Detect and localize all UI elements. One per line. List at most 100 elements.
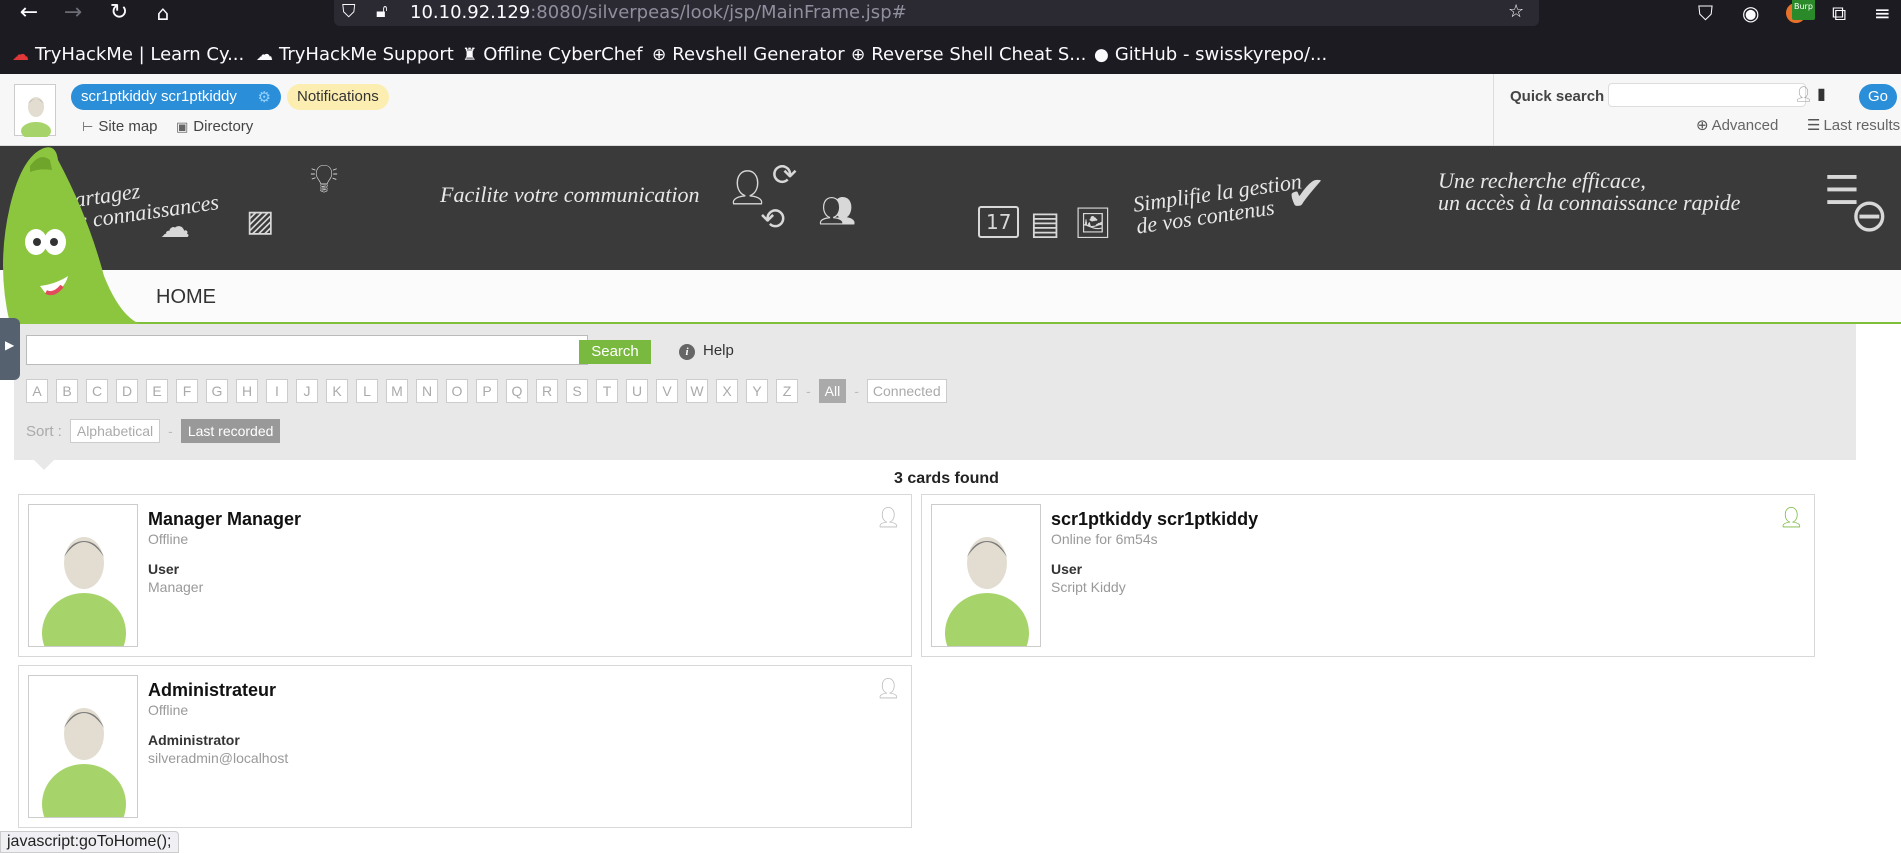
letter-a[interactable]: A [26, 379, 48, 403]
user-role: User [148, 561, 180, 577]
letter-v[interactable]: V [656, 379, 678, 403]
filter-connected[interactable]: Connected [866, 379, 947, 403]
help-link[interactable]: i Help [679, 342, 734, 360]
user-card[interactable]: scr1ptkiddy scr1ptkiddy Online for 6m54s… [921, 494, 1815, 657]
user-card[interactable]: Manager Manager Offline User Manager 👤︎ [18, 494, 912, 657]
bookmarks-bar: ☁ TryHackMe | Learn Cy... ☁ TryHackMe Supp… [0, 42, 1901, 68]
user-menu-button[interactable]: scr1ptkiddy scr1ptkiddy ⚙ [71, 84, 281, 110]
user-name[interactable]: Manager Manager [148, 509, 301, 530]
shield-icon[interactable]: ⛉ [342, 1, 356, 22]
user-detail: Manager [148, 579, 204, 595]
side-panel-toggle[interactable]: ▶ [0, 318, 20, 380]
letter-w[interactable]: W [686, 379, 708, 403]
github-icon: ● [1094, 45, 1109, 65]
letter-i[interactable]: I [266, 379, 288, 403]
account-icon[interactable]: ◉ [1742, 0, 1759, 26]
url-text[interactable]: 10.10.92.129:8080/silverpeas/look/jsp/Ma… [410, 2, 907, 23]
letter-b[interactable]: B [56, 379, 78, 403]
bookmark-tryhackme[interactable]: ☁ TryHackMe | Learn Cy... [12, 42, 244, 68]
user-detail: Script Kiddy [1051, 579, 1126, 595]
bookmark-reverse-shell-cheat[interactable]: ⊕ Reverse Shell Cheat S... [851, 42, 1086, 68]
panel-pointer [34, 460, 54, 470]
letter-r[interactable]: R [536, 379, 558, 403]
letter-k[interactable]: K [326, 379, 348, 403]
site-map-link[interactable]: ⊢ Site map [82, 118, 158, 135]
letter-n[interactable]: N [416, 379, 438, 403]
browser-chrome: ← → ↻ ⌂ ⛉ 🔓︎ 10.10.92.129:8080/silverpea… [0, 0, 1901, 74]
menu-icon[interactable]: ≡ [1874, 0, 1891, 26]
user-search-icon[interactable]: 👤︎ [1794, 85, 1813, 103]
last-results-link[interactable]: ☰ Last results [1807, 116, 1900, 134]
bookmark-tryhackme-support[interactable]: ☁ TryHackMe Support [256, 42, 454, 68]
letter-e[interactable]: E [146, 379, 168, 403]
letter-x[interactable]: X [716, 379, 738, 403]
bookmark-revshell-generator[interactable]: ⊕ Revshell Generator [652, 42, 845, 68]
letter-j[interactable]: J [296, 379, 318, 403]
user-name[interactable]: Administrateur [148, 680, 276, 701]
forward-icon[interactable]: → [56, 0, 90, 26]
user-photo[interactable] [28, 504, 138, 647]
letter-o[interactable]: O [446, 379, 468, 403]
banner-slogan-search: Une recherche efficace, un accès à la con… [1438, 168, 1741, 215]
sort-alphabetical[interactable]: Alphabetical [69, 419, 161, 443]
cyberchef-icon: ♜ [462, 45, 478, 65]
notifications-button[interactable]: Notifications [287, 84, 389, 110]
user-name[interactable]: scr1ptkiddy scr1ptkiddy [1051, 509, 1258, 530]
document-search-icon[interactable]: ▮ [1817, 84, 1826, 103]
home-tab[interactable]: HOME [156, 286, 216, 309]
quick-search-go-button[interactable]: Go [1859, 84, 1897, 110]
reload-icon[interactable]: ↻ [102, 0, 136, 26]
letter-z[interactable]: Z [776, 379, 798, 403]
back-icon[interactable]: ← [12, 0, 46, 26]
banner-slogan-communication: Facilite votre communication [440, 182, 700, 207]
url-bar[interactable]: ⛉ 🔓︎ 10.10.92.129:8080/silverpeas/look/j… [334, 0, 1539, 26]
letter-h[interactable]: H [236, 379, 258, 403]
letter-t[interactable]: T [596, 379, 618, 403]
directory-link[interactable]: ▣ Directory [176, 118, 253, 135]
letter-f[interactable]: F [176, 379, 198, 403]
filter-all[interactable]: All [818, 379, 847, 403]
bookmark-star-icon[interactable]: ☆ [1508, 1, 1524, 22]
letter-p[interactable]: P [476, 379, 498, 403]
advanced-search-link[interactable]: ⊕ Advanced [1696, 116, 1778, 134]
user-card[interactable]: Administrateur Offline Administrator sil… [18, 665, 912, 828]
offline-user-icon: 👤︎ [875, 505, 901, 529]
lock-icon[interactable]: 🔓︎ [376, 1, 388, 22]
search-button[interactable]: Search [579, 340, 651, 364]
letter-s[interactable]: S [566, 379, 588, 403]
separator: - [168, 423, 173, 439]
user-status: Online for 6m54s [1051, 531, 1158, 547]
home-bar: HOME [0, 270, 1901, 324]
gear-icon[interactable]: ⚙ [257, 84, 270, 110]
home-icon[interactable]: ⌂ [146, 0, 180, 26]
letter-u[interactable]: U [626, 379, 648, 403]
directory-search-panel: Search i Help ABCDEFGHIJKLMNOPQRSTUVWXYZ -… [14, 324, 1856, 460]
user-avatar[interactable] [14, 84, 56, 140]
user-role: User [1051, 561, 1083, 577]
user-status: Offline [148, 702, 189, 718]
speech-bubble-icon: ☁ [160, 210, 190, 245]
letter-m[interactable]: M [386, 379, 408, 403]
letter-c[interactable]: C [86, 379, 108, 403]
bookmark-cyberchef[interactable]: ♜ Offline CyberChef [462, 42, 643, 68]
banner: Partagez vos connaissances ☁ ▨ 💡︎ Facilit… [0, 146, 1901, 270]
magnifier-icon: ⊖ [1850, 188, 1889, 242]
letter-l[interactable]: L [356, 379, 378, 403]
directory-search-input[interactable] [26, 335, 588, 365]
link-status-bar: javascript:goToHome(); [0, 831, 179, 853]
bookmark-github[interactable]: ● GitHub - swisskyrepo/... [1094, 42, 1327, 68]
letter-q[interactable]: Q [506, 379, 528, 403]
pocket-icon[interactable]: ⛉ [1698, 0, 1713, 26]
letter-y[interactable]: Y [746, 379, 768, 403]
letter-d[interactable]: D [116, 379, 138, 403]
results-count: 3 cards found [894, 470, 999, 487]
user-photo[interactable] [28, 675, 138, 818]
letter-g[interactable]: G [206, 379, 228, 403]
burp-extension-icon[interactable]: Burp [1786, 0, 1815, 28]
document-icon: ▤ [1030, 204, 1061, 242]
user-photo[interactable] [931, 504, 1041, 647]
extensions-icon[interactable]: ⧉ [1832, 0, 1846, 26]
sort-last-recorded[interactable]: Last recorded [180, 419, 281, 443]
quick-search-input[interactable] [1608, 83, 1806, 107]
separator: - [854, 383, 859, 399]
